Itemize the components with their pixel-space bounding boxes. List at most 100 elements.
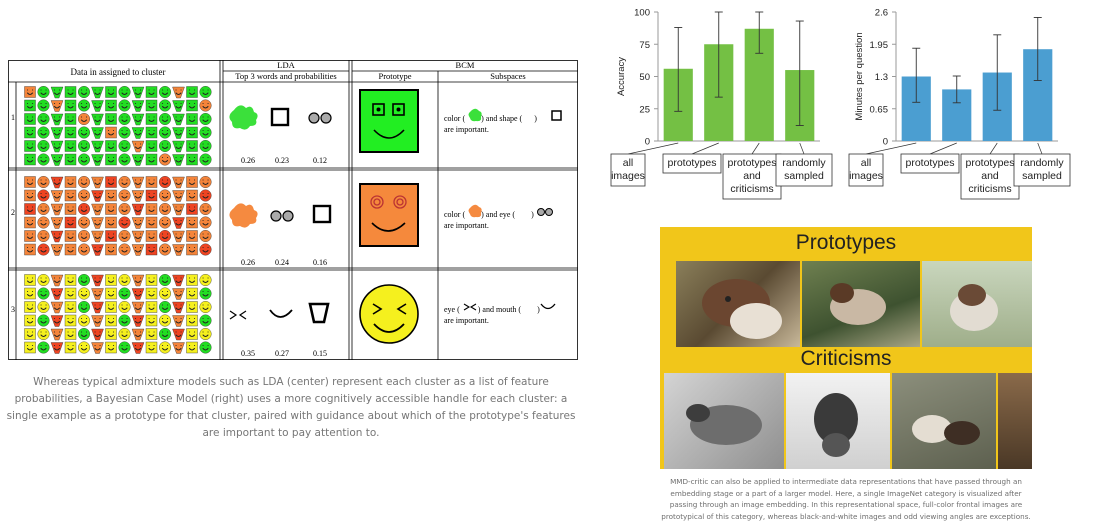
square-icon (551, 110, 562, 121)
y-tick-label: 0 (883, 137, 888, 148)
bw-dog-photo-image (814, 393, 858, 457)
data-glyph (118, 273, 131, 286)
data-glyph (145, 230, 158, 242)
data-glyph (105, 328, 117, 340)
data-glyph (158, 126, 171, 139)
lda-row-1: 0.26 0.23 0.12 (229, 105, 332, 165)
data-glyph (91, 217, 104, 229)
data-glyph (105, 113, 117, 125)
subspace-text: ) and shape ( (481, 114, 522, 123)
data-glyph (158, 202, 171, 215)
subspace-text: ) and eye ( (481, 210, 515, 219)
data-glyph (145, 203, 158, 215)
y-tick-label: 75 (639, 40, 650, 51)
data-glyph (199, 229, 212, 242)
data-glyph (37, 341, 50, 354)
data-glyph (77, 139, 90, 152)
lda-prob: 0.26 (241, 258, 255, 267)
subspace-text: color ( (444, 114, 465, 123)
subspace-text: are important. (444, 221, 489, 230)
data-glyph (37, 202, 50, 215)
data-glyph (172, 274, 185, 287)
green-blob-icon (229, 105, 258, 130)
data-glyph (158, 99, 171, 112)
data-glyph (105, 99, 117, 112)
y-tick-label: 1.95 (870, 40, 889, 51)
data-glyph (37, 287, 50, 300)
data-glyph (37, 273, 50, 286)
data-glyph (199, 113, 212, 126)
dog-photo-image (702, 279, 782, 339)
data-glyph (64, 86, 77, 98)
data-glyph (37, 189, 50, 202)
data-glyph (105, 243, 117, 256)
header-bcm: BCM (456, 60, 475, 70)
data-glyph (105, 274, 117, 286)
data-glyph (77, 328, 90, 341)
data-glyph (118, 153, 131, 166)
data-glyph (105, 287, 117, 300)
data-glyph (131, 127, 145, 139)
data-glyph (145, 328, 158, 340)
y-tick-label: 1.3 (875, 72, 888, 83)
data-glyph (24, 86, 36, 98)
data-glyph (50, 315, 64, 327)
data-glyph (64, 301, 77, 313)
data-glyph (118, 113, 131, 126)
data-glyph (37, 153, 50, 166)
data-glyph (118, 328, 131, 341)
orange-blob-icon (229, 203, 258, 228)
header-subspaces: Subspaces (490, 71, 525, 81)
criticisms-title: Criticisms (800, 347, 892, 370)
subspace-text: ) and mouth ( (478, 305, 522, 314)
data-glyph (77, 126, 90, 139)
dog-photo (676, 261, 800, 347)
data-glyph (145, 216, 158, 229)
data-glyph (118, 202, 131, 215)
category-label: prototypes (965, 157, 1014, 169)
lda-prob: 0.27 (275, 349, 289, 358)
data-glyph (199, 99, 212, 112)
squint-eyes-icon (463, 303, 477, 311)
data-glyph (37, 139, 50, 152)
data-glyph (186, 230, 198, 242)
green-blob-icon (468, 108, 482, 122)
category-label: randomly (782, 157, 826, 169)
data-glyph (145, 126, 158, 139)
data-glyph (131, 342, 145, 354)
eyes-icon (270, 210, 294, 222)
data-glyph (199, 86, 212, 99)
data-glyph (91, 113, 104, 126)
left-figure-caption: Whereas typical admixture models such as… (6, 376, 576, 439)
dog-photo (998, 373, 1032, 469)
data-glyph (131, 100, 145, 112)
dog-photo (892, 373, 996, 469)
data-glyph (24, 176, 36, 188)
data-glyph (118, 229, 131, 242)
data-glyph (172, 127, 185, 139)
data-glyph (37, 300, 50, 313)
square-icon (270, 107, 290, 127)
data-glyph (77, 314, 90, 327)
data-glyph (145, 140, 158, 152)
data-glyph (186, 287, 198, 300)
eyes-icon (308, 112, 332, 124)
data-glyph (131, 288, 145, 300)
data-glyph (199, 216, 212, 229)
data-glyph (186, 140, 198, 152)
data-glyph (50, 274, 64, 287)
data-glyph (64, 314, 77, 327)
data-glyph (131, 301, 145, 314)
data-glyph (199, 243, 212, 256)
data-glyph (50, 154, 64, 166)
data-glyph (77, 99, 90, 112)
data-glyph (158, 86, 171, 99)
lda-prob: 0.23 (275, 156, 289, 165)
data-glyph (64, 126, 77, 139)
data-glyph (172, 203, 185, 216)
cluster-3-data-grid (24, 273, 212, 354)
data-glyph (50, 288, 64, 300)
svg-text:color () and shape (): color () and shape () (444, 114, 537, 123)
data-glyph (199, 126, 212, 139)
data-glyph (118, 216, 131, 229)
